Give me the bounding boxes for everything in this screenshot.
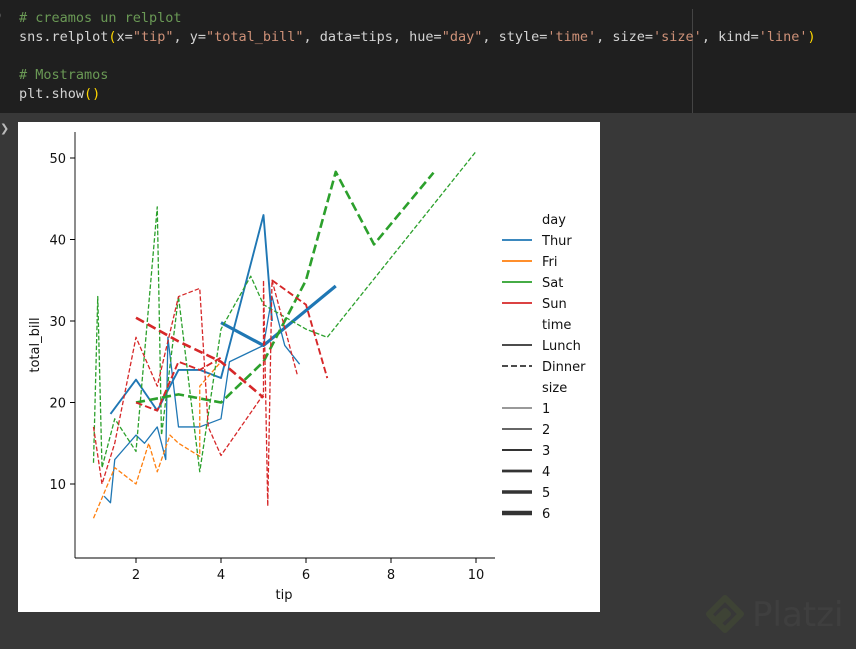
y-tick-label: 40 — [49, 234, 66, 249]
code-line-relplot: sns.relplot(x="tip", y="total_bill", dat… — [19, 29, 816, 45]
x-axis-label: tip — [276, 588, 293, 603]
y-tick-label: 10 — [49, 478, 66, 493]
legend-size-3: 3 — [542, 444, 550, 459]
series-line-thur-lunch-size3 — [109, 214, 273, 415]
legend-day-sat: Sat — [542, 276, 563, 291]
code-editor[interactable]: # creamos un relplot sns.relplot(x="tip"… — [19, 9, 816, 104]
code-cell[interactable]: ) # creamos un relplot sns.relplot(x="ti… — [0, 0, 856, 113]
output-collapse-icon[interactable]: ❯ — [0, 122, 9, 135]
legend-size-1: 1 — [542, 402, 550, 417]
legend-time-dinner: Dinner — [542, 360, 586, 375]
series-line-sat-dinner-size2 — [92, 151, 477, 473]
x-tick-label: 6 — [302, 568, 310, 583]
x-tick-label: 2 — [132, 568, 140, 583]
code-line-show: plt.show() — [19, 86, 101, 102]
x-tick-label: 8 — [387, 568, 395, 583]
legend: day Thur Fri Sat Sun time Lunch Dinner size 1 2 3 4 5… — [502, 213, 586, 522]
legend-day-fri: Fri — [542, 255, 558, 270]
x-tick-label: 10 — [468, 568, 485, 583]
series-line-sun-dinner-size2 — [92, 279, 299, 507]
platzi-logo-icon — [706, 595, 744, 633]
platzi-watermark: Platzi — [704, 594, 843, 636]
y-tick-label: 30 — [49, 315, 66, 330]
legend-size-5: 5 — [542, 486, 550, 501]
code-comment: # Mostramos — [19, 67, 109, 83]
legend-size-4: 4 — [542, 465, 550, 480]
legend-time-lunch: Lunch — [542, 339, 581, 354]
legend-day-sun: Sun — [542, 297, 567, 312]
run-indicator: ) — [0, 8, 1, 24]
y-axis-label: total_bill — [28, 317, 43, 372]
legend-size-6: 6 — [542, 507, 550, 522]
series-line-sat-dinner-size4 — [135, 170, 435, 404]
legend-title: time — [542, 318, 571, 333]
relplot-chart: 2 4 6 8 10 10 20 30 40 50 tip total_bill day Thur F… — [28, 132, 586, 603]
code-comment: # creamos un relplot — [19, 10, 182, 26]
plot-output: 2 4 6 8 10 10 20 30 40 50 tip total_bill day Thur F… — [18, 122, 600, 612]
legend-day-thur: Thur — [541, 234, 572, 249]
watermark-text: Platzi — [752, 595, 844, 635]
legend-size-2: 2 — [542, 423, 550, 438]
x-tick-label: 4 — [217, 568, 225, 583]
legend-title: size — [542, 381, 567, 396]
y-tick-label: 50 — [49, 152, 66, 167]
legend-title: day — [542, 213, 566, 228]
y-tick-label: 20 — [49, 397, 66, 412]
